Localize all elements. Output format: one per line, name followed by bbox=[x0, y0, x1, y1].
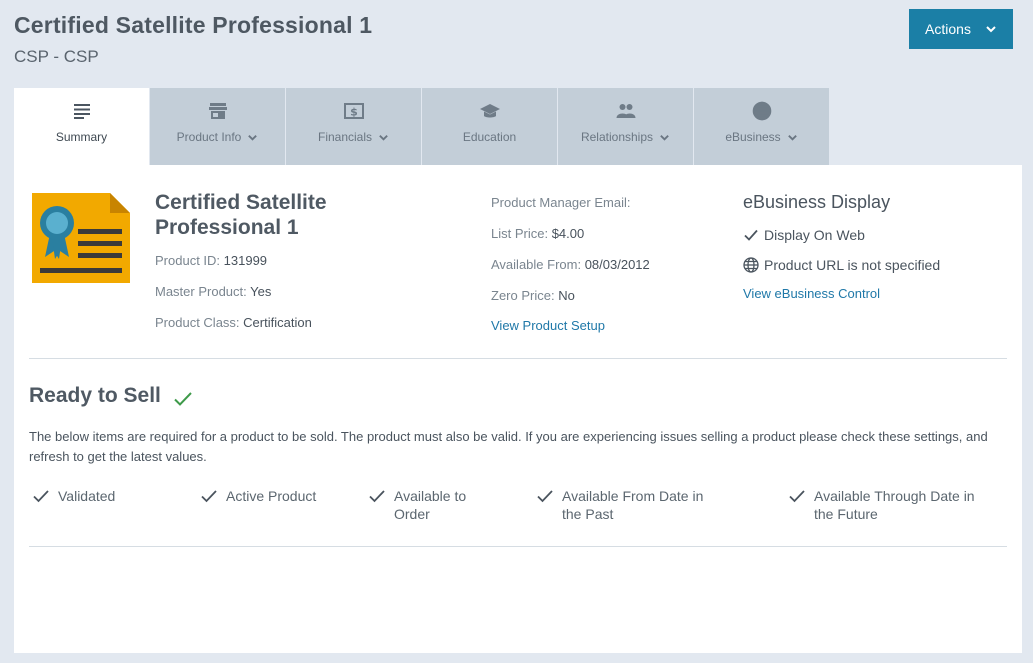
tab-product-info-label: Product Info bbox=[176, 130, 242, 144]
chevron-down-icon bbox=[248, 134, 258, 141]
page-title: Certified Satellite Professional 1 bbox=[14, 12, 373, 38]
check-icon bbox=[201, 490, 217, 503]
ready-to-sell-title: Ready to Sell bbox=[29, 383, 193, 409]
certificate-icon bbox=[32, 193, 130, 283]
tab-education[interactable]: Education bbox=[422, 88, 558, 165]
tab-ebusiness-label: eBusiness bbox=[725, 130, 781, 144]
chevron-down-icon bbox=[787, 134, 797, 141]
zero-price-value: No bbox=[558, 288, 575, 303]
requirement-available-through-date: Available Through Date in the Future bbox=[788, 487, 975, 523]
store-icon bbox=[207, 100, 229, 122]
check-icon bbox=[174, 392, 192, 406]
chevron-down-icon bbox=[986, 26, 996, 33]
product-id-value: 131999 bbox=[223, 253, 268, 268]
page-header: Certified Satellite Professional 1 CSP -… bbox=[14, 12, 372, 67]
list-icon bbox=[71, 100, 93, 122]
chevron-down-icon bbox=[660, 134, 669, 141]
chevron-down-icon bbox=[379, 134, 388, 141]
check-icon bbox=[369, 490, 385, 503]
requirement-active-product: Active Product bbox=[200, 487, 316, 505]
product-id-row: Product ID: 131999 bbox=[155, 253, 268, 268]
actions-button[interactable]: Actions bbox=[909, 9, 1013, 49]
tab-ebusiness[interactable]: eBusiness bbox=[694, 88, 830, 165]
tab-summary-label: Summary bbox=[55, 130, 108, 144]
divider bbox=[29, 358, 1007, 359]
summary-panel: Certified Satellite Professional 1 Produ… bbox=[14, 165, 1022, 653]
check-icon bbox=[789, 490, 805, 503]
master-product-value: Yes bbox=[250, 284, 272, 299]
tab-summary[interactable]: Summary bbox=[14, 88, 150, 165]
list-price-row: List Price: $4.00 bbox=[491, 226, 585, 241]
product-name: Certified Satellite Professional 1 bbox=[155, 191, 327, 239]
available-from-row: Available From: 08/03/2012 bbox=[491, 257, 650, 272]
requirement-validated: Validated bbox=[32, 487, 115, 505]
product-class-value: Certification bbox=[243, 315, 312, 330]
graduation-cap-icon bbox=[479, 100, 501, 122]
ebusiness-display-title: eBusiness Display bbox=[743, 192, 891, 212]
view-product-setup-link[interactable]: View Product Setup bbox=[491, 318, 605, 333]
svg-text:$: $ bbox=[350, 106, 358, 119]
list-price-value: $4.00 bbox=[551, 226, 585, 241]
actions-button-label: Actions bbox=[925, 21, 971, 37]
product-url-row: Product URL is not specified bbox=[743, 257, 940, 273]
manager-email-row: Product Manager Email: bbox=[491, 195, 631, 210]
display-on-web-row: Display On Web bbox=[743, 227, 865, 243]
people-icon bbox=[615, 100, 637, 122]
tab-financials[interactable]: $ Financials bbox=[286, 88, 422, 165]
tab-product-info[interactable]: Product Info bbox=[150, 88, 286, 165]
requirement-available-from-date: Available From Date in the Past bbox=[536, 487, 703, 523]
master-product-row: Master Product: Yes bbox=[155, 284, 272, 299]
page-subtitle: CSP - CSP bbox=[14, 47, 99, 66]
dollar-icon: $ bbox=[343, 100, 365, 122]
check-icon bbox=[537, 490, 553, 503]
ready-to-sell-description: The below items are required for a produ… bbox=[29, 429, 988, 464]
check-icon bbox=[744, 229, 758, 241]
tab-financials-label: Financials bbox=[317, 130, 373, 144]
tab-relationships[interactable]: Relationships bbox=[558, 88, 694, 165]
tab-bar: Summary Product Info $ Financials Educat… bbox=[14, 88, 830, 165]
globe-icon bbox=[751, 100, 773, 122]
tab-education-label: Education bbox=[462, 130, 517, 144]
available-from-value: 08/03/2012 bbox=[584, 257, 650, 272]
tab-relationships-label: Relationships bbox=[580, 130, 654, 144]
view-ebusiness-control-link[interactable]: View eBusiness Control bbox=[743, 286, 880, 301]
product-class-row: Product Class: Certification bbox=[155, 315, 312, 330]
check-icon bbox=[33, 490, 49, 503]
divider bbox=[29, 546, 1007, 547]
requirement-available-to-order: Available to Order bbox=[368, 487, 466, 523]
zero-price-row: Zero Price: No bbox=[491, 288, 575, 303]
globe-icon bbox=[743, 257, 759, 273]
